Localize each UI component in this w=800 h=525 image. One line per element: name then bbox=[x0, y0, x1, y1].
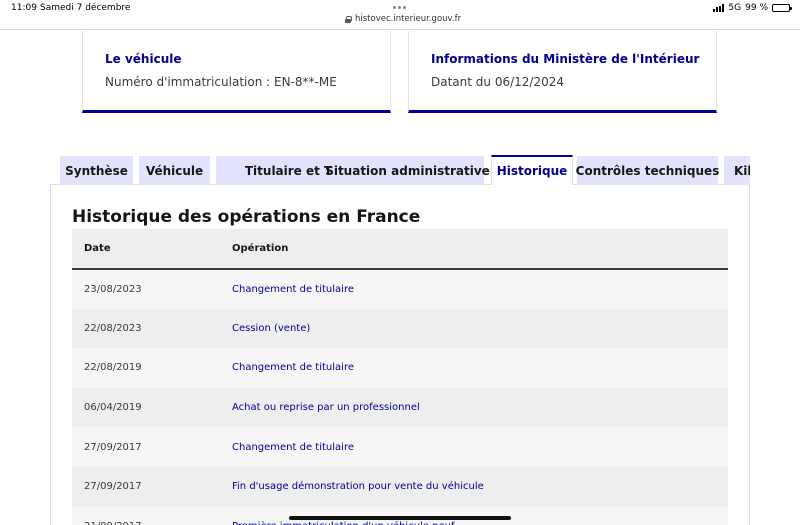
tab-kilometrage[interactable]: Kilo bbox=[724, 156, 750, 185]
lock-icon bbox=[345, 15, 352, 23]
table-row: 06/04/2019 Achat ou reprise par un profe… bbox=[72, 387, 728, 428]
tab-synthese[interactable]: Synthèse bbox=[60, 156, 133, 185]
status-date: Samedi 7 décembre bbox=[40, 3, 131, 13]
table-row: 27/09/2017 Changement de titulaire bbox=[72, 427, 728, 467]
address-url: histovec.interieur.gouv.fr bbox=[355, 14, 462, 24]
battery-percent: 99 % bbox=[745, 3, 768, 13]
tab-vehicule[interactable]: Véhicule bbox=[139, 156, 210, 185]
row-date: 22/08/2023 bbox=[84, 322, 142, 334]
row-date: 22/08/2019 bbox=[84, 362, 142, 374]
status-indicators: 5G 99 % bbox=[713, 3, 792, 13]
column-header-operation: Opération bbox=[232, 243, 289, 254]
tab-situation-administrative[interactable]: Situation administrative bbox=[325, 156, 490, 185]
ministry-card-title: Informations du Ministère de l'Intérieur bbox=[431, 52, 700, 66]
status-bar: 11:09 Samedi 7 décembre histovec.interie… bbox=[0, 0, 800, 30]
row-operation: Cession (vente) bbox=[232, 322, 311, 334]
tab-controles-techniques[interactable]: Contrôles techniques bbox=[576, 156, 719, 185]
row-operation: Achat ou reprise par un professionnel bbox=[232, 402, 420, 414]
registration-number: Numéro d'immatriculation : EN-8**-ME bbox=[105, 75, 337, 89]
tab-bar: Synthèse Véhicule Titulaire et Titre Sit… bbox=[60, 155, 750, 185]
network-type: 5G bbox=[728, 3, 742, 13]
row-operation: Changement de titulaire bbox=[232, 283, 354, 295]
row-operation: Fin d'usage démonstration pour vente du … bbox=[232, 481, 484, 493]
ministry-card: Informations du Ministère de l'Intérieur… bbox=[408, 31, 717, 113]
table-row: 27/09/2017 Fin d'usage démonstration pou… bbox=[72, 466, 728, 507]
history-title: Historique des opérations en France bbox=[72, 207, 421, 227]
row-date: 21/09/2017 bbox=[72, 507, 232, 525]
vehicle-card-title: Le véhicule bbox=[105, 52, 182, 66]
tab-historique[interactable]: Historique bbox=[491, 155, 573, 185]
row-operation: Changement de titulaire bbox=[232, 362, 354, 374]
ministry-date: Datant du 06/12/2024 bbox=[431, 75, 564, 89]
vehicle-card: Le véhicule Numéro d'immatriculation : E… bbox=[82, 31, 391, 113]
table-row: 22/08/2019 Changement de titulaire bbox=[72, 348, 728, 388]
history-table: Date Opération 23/08/2023 Changement de … bbox=[72, 229, 728, 525]
row-date: 27/09/2017 bbox=[84, 441, 142, 453]
row-operation: Changement de titulaire bbox=[232, 441, 354, 453]
table-row: 23/08/2023 Changement de titulaire bbox=[72, 269, 728, 309]
status-time: 11:09 bbox=[11, 3, 37, 13]
table-header-row: Date Opération bbox=[72, 229, 728, 269]
signal-icon bbox=[713, 4, 725, 12]
table-row: 22/08/2023 Cession (vente) bbox=[72, 308, 728, 349]
address-bar[interactable]: histovec.interieur.gouv.fr bbox=[345, 14, 461, 24]
row-date: 27/09/2017 bbox=[84, 481, 142, 493]
home-indicator[interactable] bbox=[289, 516, 511, 520]
battery-icon bbox=[772, 4, 792, 12]
column-header-date: Date bbox=[84, 243, 111, 254]
multitask-dots-icon[interactable] bbox=[393, 6, 406, 9]
row-date: 23/08/2023 bbox=[84, 283, 142, 295]
row-date: 06/04/2019 bbox=[84, 402, 142, 414]
